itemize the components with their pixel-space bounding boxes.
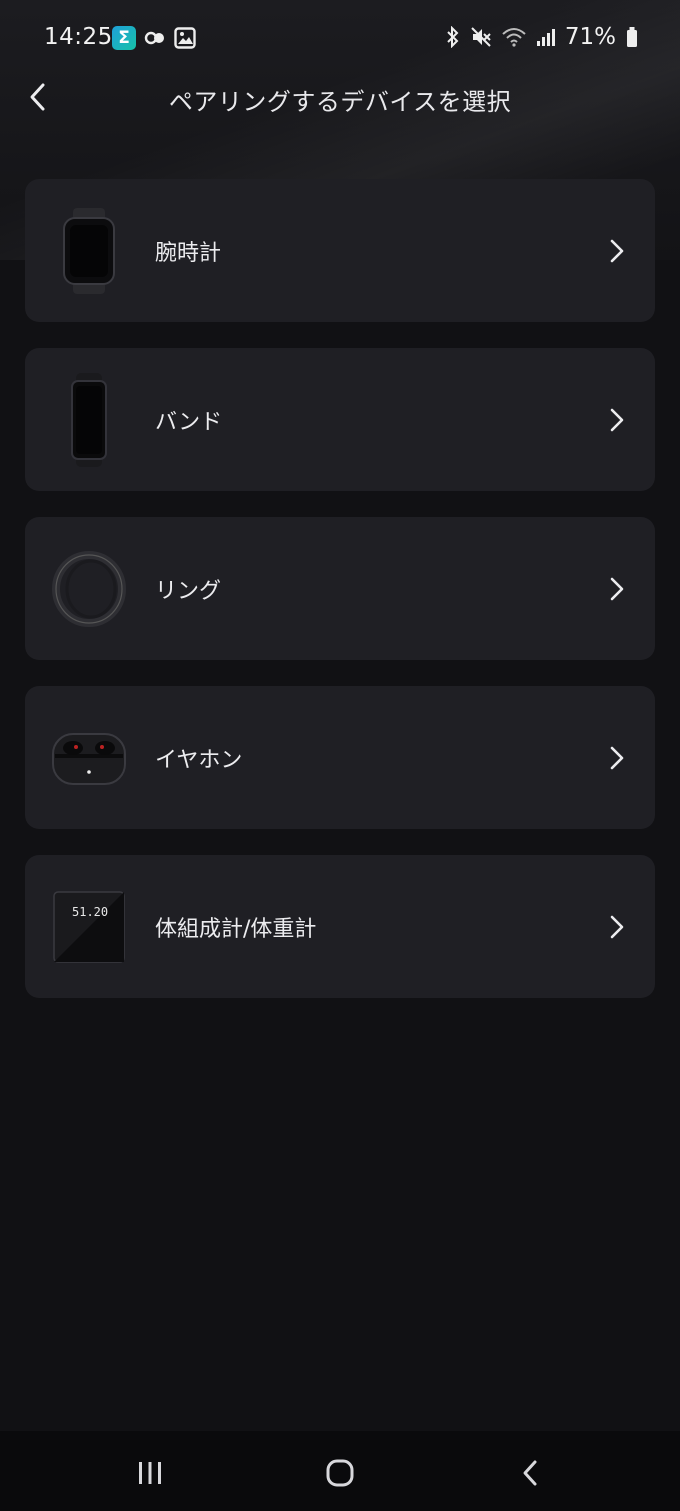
- battery-icon: [627, 27, 637, 47]
- home-icon: [326, 1459, 354, 1487]
- gallery-icon: [174, 27, 196, 49]
- home-button[interactable]: [320, 1453, 360, 1493]
- status-time: 14:25: [44, 24, 113, 50]
- device-item-watch[interactable]: 腕時計: [25, 179, 655, 322]
- device-item-ring[interactable]: リング: [25, 517, 655, 660]
- battery-percent: 71%: [564, 24, 616, 50]
- nav-back-button[interactable]: [510, 1453, 550, 1493]
- chevron-right-icon: [610, 746, 624, 770]
- bluetooth-icon: [447, 26, 459, 48]
- device-item-earbuds[interactable]: イヤホン: [25, 686, 655, 829]
- navigation-bar: [0, 1431, 680, 1511]
- recents-button[interactable]: [130, 1453, 170, 1493]
- device-label: リング: [155, 579, 222, 604]
- earbuds-icon: [43, 712, 135, 804]
- page-title: ペアリングするデバイスを選択: [168, 88, 512, 116]
- system-icons: 71%: [445, 24, 638, 50]
- scale-icon: 51.20: [43, 881, 135, 973]
- device-label: 腕時計: [155, 241, 222, 266]
- notification-icons: Σ: [112, 26, 196, 50]
- device-item-scale[interactable]: 51.20 体組成計/体重計: [25, 855, 655, 998]
- device-label: バンド: [155, 410, 223, 435]
- chevron-right-icon: [610, 577, 624, 601]
- chevron-right-icon: [610, 915, 624, 939]
- device-label: 体組成計/体重計: [155, 917, 317, 942]
- signal-icon: [536, 29, 555, 46]
- link-icon: [144, 31, 164, 45]
- scale-reading: 51.20: [72, 905, 108, 919]
- device-item-band[interactable]: バンド: [25, 348, 655, 491]
- wifi-icon: [502, 28, 526, 47]
- fitness-band-icon: [43, 373, 135, 467]
- chevron-right-icon: [610, 408, 624, 432]
- app-header: ペアリングするデバイスを選択: [0, 70, 680, 126]
- smart-ring-icon: [43, 543, 135, 635]
- recents-icon: [139, 1462, 161, 1484]
- device-list: 腕時計 バンド リング イヤホン 51.20 体組成計/体重計: [25, 179, 655, 1024]
- status-bar: 14:25 Σ 71%: [0, 0, 680, 76]
- mute-icon: [471, 27, 491, 47]
- smartwatch-icon: [43, 205, 135, 297]
- chevron-right-icon: [610, 239, 624, 263]
- device-label: イヤホン: [155, 748, 243, 773]
- back-icon: [523, 1460, 537, 1486]
- sigma-app-icon: Σ: [112, 26, 136, 50]
